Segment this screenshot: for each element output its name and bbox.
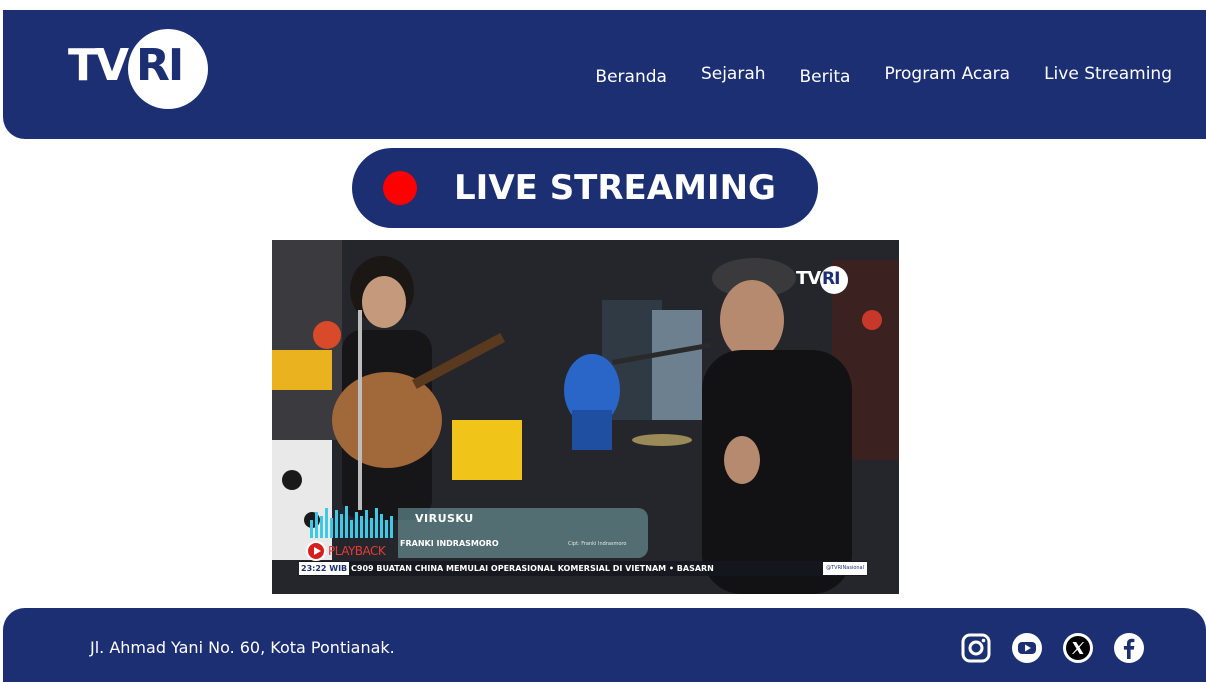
site-footer: Jl. Ahmad Yani No. 60, Kota Pontianak. (3, 608, 1206, 682)
play-icon (306, 541, 326, 561)
site-header: TV RI Beranda Sejarah Berita Program Aca… (3, 10, 1206, 139)
main-nav: Beranda Sejarah Berita Program Acara Liv… (561, 62, 1172, 89)
logo-tv-text: TV (68, 40, 129, 91)
live-video-player[interactable]: TV RI VIRUSKU FRANKI INDRASMORO Cipt: Fr… (272, 240, 899, 594)
live-indicator-icon (383, 171, 417, 205)
artist-name: FRANKI INDRASMORO (400, 539, 499, 548)
live-streaming-title: LIVE STREAMING (454, 168, 776, 208)
nav-item-sejarah[interactable]: Sejarah (701, 62, 766, 89)
nav-item-program-acara[interactable]: Program Acara (884, 62, 1010, 89)
playback-label: PLAYBACK (328, 544, 386, 558)
news-ticker: 23:22 WIB C909 BUATAN CHINA MEMULAI OPER… (299, 561, 867, 576)
social-links (960, 632, 1164, 664)
instagram-icon[interactable] (960, 632, 992, 664)
nav-item-live-streaming[interactable]: Live Streaming (1044, 62, 1172, 89)
ticker-time: 23:22 WIB (299, 562, 350, 575)
nav-item-beranda[interactable]: Beranda (595, 65, 667, 89)
live-streaming-badge: LIVE STREAMING (352, 148, 818, 228)
tvri-logo[interactable]: TV RI (66, 26, 212, 112)
video-logo-ri: RI (822, 269, 840, 289)
youtube-icon[interactable] (1011, 632, 1043, 664)
song-credit: Cipt: Franki Indrasmoro (568, 541, 627, 547)
logo-ri-text: RI (136, 40, 184, 91)
ticker-headline: C909 BUATAN CHINA MEMULAI OPERASIONAL KO… (351, 564, 714, 573)
x-icon[interactable] (1062, 632, 1094, 664)
playback-indicator: PLAYBACK (306, 540, 386, 562)
nav-item-berita[interactable]: Berita (800, 65, 851, 89)
video-channel-logo: TV RI (796, 266, 852, 296)
facebook-icon[interactable] (1113, 632, 1145, 664)
ticker-handle: @TVRINasional (823, 562, 867, 575)
video-logo-tv: TV (796, 268, 821, 289)
footer-address: Jl. Ahmad Yani No. 60, Kota Pontianak. (90, 638, 395, 657)
song-title: VIRUSKU (415, 512, 474, 525)
